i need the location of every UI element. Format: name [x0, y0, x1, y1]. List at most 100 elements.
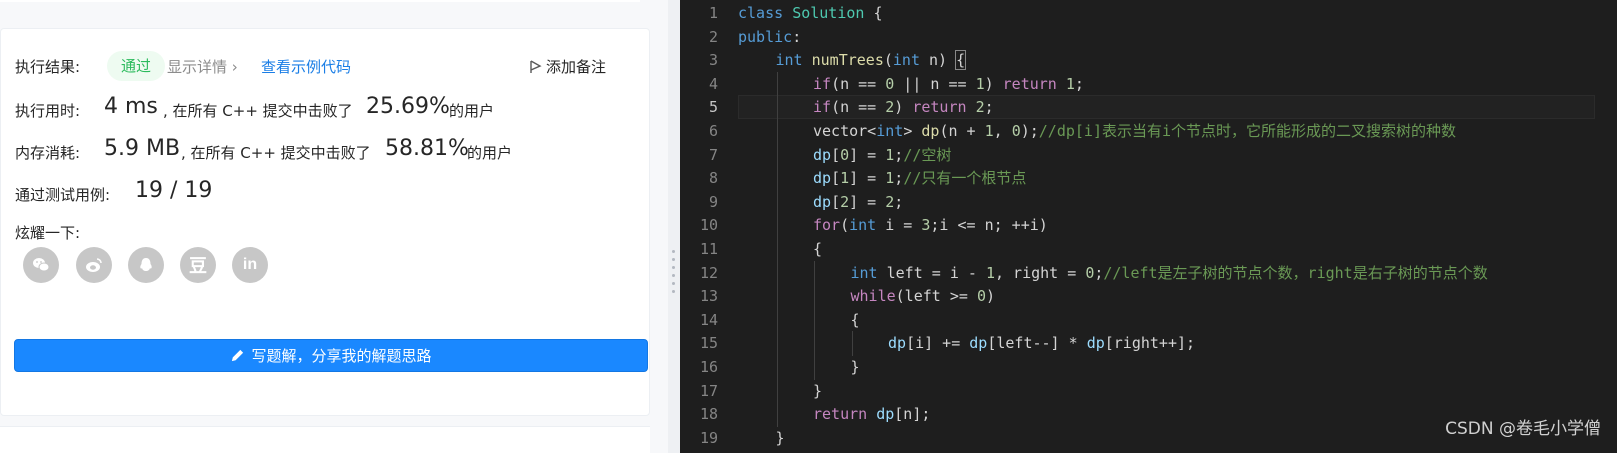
panel-splitter[interactable]: [668, 0, 680, 453]
code-token: }: [813, 381, 823, 400]
splitter-dot: [672, 290, 675, 293]
code-token: dp: [813, 145, 832, 164]
code-token: //空树: [903, 145, 952, 164]
code-token: ] =: [849, 169, 886, 188]
code-token: int: [876, 122, 904, 140]
write-solution-label: 写题解，分享我的解题思路: [251, 347, 432, 365]
code-token: :: [792, 27, 802, 46]
code-token: dp: [876, 405, 895, 424]
code-line: 1 class Solution {: [680, 1, 1617, 25]
code-text: while(left >= 0): [851, 284, 996, 308]
details-link[interactable]: 显示详情 ›: [167, 56, 238, 77]
share-qq-button[interactable]: [128, 247, 164, 283]
share-douban-button[interactable]: 豆: [180, 247, 216, 283]
code-token: [: [831, 145, 841, 164]
code-line: 16}: [680, 355, 1617, 380]
code-token: 1: [984, 122, 994, 140]
indent-guide: [776, 378, 778, 404]
code-text: if(n == 2) return 2;: [813, 95, 994, 119]
indent-guide: [776, 402, 778, 427]
memory-percent: 58.81%: [385, 136, 469, 161]
code-token: (left >=: [895, 287, 977, 306]
flag-icon: [530, 60, 542, 73]
line-number: 16: [699, 358, 718, 376]
code-token: {: [955, 50, 967, 71]
indent-guide: [776, 71, 778, 97]
code-token: left = i -: [877, 263, 986, 282]
code-token: {: [813, 240, 823, 258]
share-weibo-button[interactable]: [76, 247, 112, 283]
indent-guide: [776, 189, 778, 215]
code-line: 15 dp[i] += dp[left--] * dp[right++];: [680, 331, 1617, 356]
code-token: for: [813, 216, 841, 235]
indent-guide: [776, 284, 778, 309]
code-token: dp: [888, 334, 907, 353]
code-line: 14 {: [680, 307, 1617, 333]
code-token: Solution: [792, 4, 865, 22]
line-number: 3: [708, 51, 718, 70]
runtime-suffix: 的用户: [449, 102, 495, 120]
code-token: [i] +=: [906, 334, 970, 353]
share-linkedin-button[interactable]: in: [232, 247, 268, 283]
indent-guide: [776, 95, 778, 120]
code-line: 9 dp[2] = 2;: [680, 189, 1617, 215]
code-token: ;: [894, 192, 904, 211]
code-token: (: [840, 216, 850, 235]
add-note-button[interactable]: 添加备注: [529, 56, 606, 77]
code-text: dp[1] = 1;//只有一个根节点: [813, 166, 1026, 190]
code-token: (n +: [939, 122, 985, 140]
splitter-dot: [672, 282, 675, 285]
write-solution-button[interactable]: 写题解，分享我的解题思路: [14, 339, 648, 372]
indent-guide: [814, 355, 815, 380]
code-token: if: [813, 74, 832, 93]
code-token: [right++];: [1104, 334, 1196, 353]
code-token: 1: [885, 145, 895, 164]
code-token: //只有一个根节点: [903, 169, 1027, 188]
result-card: 执行结果: 通过 显示详情 › 查看示例代码 添加备注 执行用时: 4 ms ,…: [0, 28, 650, 416]
indent-guide: [814, 260, 815, 286]
code-editor[interactable]: 1 class Solution {2 public: 3 int numTrees(i…: [680, 0, 1617, 453]
code-token: n): [920, 51, 957, 70]
memory-value: 5.9 MB: [104, 136, 181, 161]
indent-guide: [851, 331, 853, 356]
sample-code-link[interactable]: 查看示例代码: [261, 56, 351, 77]
code-token: class: [738, 4, 784, 22]
code-token: //dp[i]表示当有i个节点时，它所能形成的二叉搜索树的种数: [1038, 122, 1457, 140]
share-wechat-button[interactable]: [23, 247, 59, 283]
code-token: 0: [1085, 263, 1095, 282]
line-number: 5: [708, 98, 718, 117]
code-text: for(int i = 3;i <= n; ++i): [813, 213, 1048, 237]
line-number: 8: [708, 169, 718, 188]
code-line: 13 while(left >= 0): [680, 284, 1617, 309]
line-number: 18: [699, 405, 718, 424]
code-token: int: [849, 216, 877, 235]
code-text: int numTrees(int n) {: [776, 48, 967, 72]
result-panel: 执行结果: 通过 显示详情 › 查看示例代码 添加备注 执行用时: 4 ms ,…: [0, 0, 660, 453]
details-link-label: 显示详情: [167, 58, 228, 76]
code-token: , right =: [995, 263, 1086, 282]
code-line: 8 dp[1] = 1;//只有一个根节点: [680, 166, 1617, 191]
code-text: {: [851, 308, 860, 332]
code-token: return: [912, 98, 967, 117]
code-token: //left是左子树的节点个数，right是右子树的节点个数: [1103, 263, 1488, 282]
splitter-dot: [672, 250, 675, 253]
code-token: 2: [885, 98, 895, 117]
line-number: 12: [699, 263, 718, 282]
code-token: dp: [921, 122, 940, 140]
code-line: 10 for(int i = 3;i <= n; ++i): [680, 213, 1617, 238]
status-badge: 通过: [107, 51, 166, 81]
code-token: 0: [976, 287, 986, 306]
line-number: 15: [699, 334, 718, 353]
code-token: );: [1020, 122, 1039, 140]
code-token: ;: [894, 169, 904, 188]
line-number: 11: [699, 240, 718, 258]
code-line: 4 if(n == 0 || n == 1) return 1;: [680, 71, 1617, 97]
code-token: [n];: [894, 405, 931, 424]
share-label: 炫耀一下:: [15, 224, 81, 242]
code-line: 11 {: [680, 237, 1617, 262]
code-token: ;: [1074, 74, 1084, 93]
indent-guide: [814, 284, 815, 309]
indent-guide: [776, 307, 778, 333]
line-number: 13: [699, 287, 718, 306]
